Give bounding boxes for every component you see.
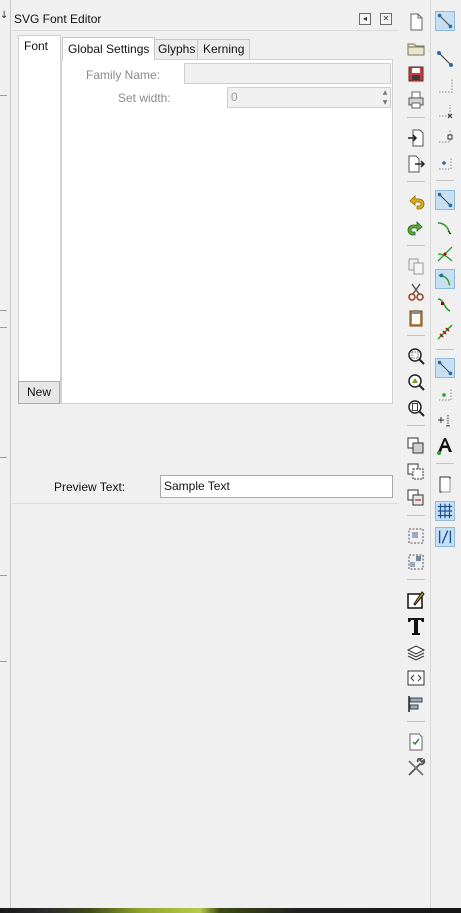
snap-cusp-nodes-icon[interactable] bbox=[435, 269, 455, 289]
toolbar-separator bbox=[407, 181, 425, 182]
edge-tick bbox=[0, 575, 7, 576]
new-font-button[interactable]: New bbox=[18, 381, 60, 404]
global-settings-page bbox=[61, 59, 393, 404]
edge-tick bbox=[0, 310, 7, 311]
zoom-page-icon[interactable] bbox=[406, 398, 426, 418]
toolbar-separator bbox=[407, 515, 425, 516]
family-name-label: Family Name: bbox=[86, 68, 161, 82]
new-document-icon[interactable] bbox=[406, 12, 426, 32]
preferences-icon[interactable] bbox=[406, 758, 426, 778]
toolbar-separator bbox=[407, 579, 425, 580]
toolbar-separator bbox=[436, 463, 454, 464]
snap-bbox-corners-icon[interactable] bbox=[435, 101, 455, 121]
panel-title: SVG Font Editor bbox=[14, 12, 102, 26]
iconify-panel-button[interactable]: ◂ bbox=[359, 13, 371, 25]
commands-toolbar bbox=[401, 0, 430, 908]
close-panel-button[interactable]: ✕ bbox=[380, 13, 392, 25]
edge-tick bbox=[0, 327, 7, 328]
zoom-selection-icon[interactable] bbox=[406, 346, 426, 366]
ungroup-icon[interactable] bbox=[406, 552, 426, 572]
snap-bbox-edges-icon[interactable] bbox=[435, 75, 455, 95]
unlink-clone-icon[interactable] bbox=[406, 488, 426, 508]
copy-icon[interactable] bbox=[406, 256, 426, 276]
print-icon[interactable] bbox=[406, 90, 426, 110]
snap-intersections-icon[interactable] bbox=[435, 244, 455, 264]
font-list-header: Font bbox=[24, 39, 49, 53]
snap-paths-icon[interactable] bbox=[435, 218, 455, 238]
align-distribute-icon[interactable] bbox=[406, 694, 426, 714]
spin-up-icon[interactable]: ▲ bbox=[380, 88, 390, 97]
font-list[interactable]: Font bbox=[18, 35, 61, 404]
layers-icon[interactable] bbox=[406, 642, 426, 662]
text-icon[interactable] bbox=[406, 616, 426, 636]
toolbar-separator bbox=[407, 245, 425, 246]
cut-icon[interactable] bbox=[406, 282, 426, 302]
edge-tick bbox=[0, 661, 7, 662]
toolbar-separator bbox=[407, 335, 425, 336]
edge-tick bbox=[0, 457, 7, 458]
toolbar-separator bbox=[407, 721, 425, 722]
snap-enable-icon[interactable] bbox=[435, 11, 455, 31]
snap-toolbar bbox=[430, 0, 461, 908]
snap-others-icon[interactable] bbox=[435, 358, 455, 378]
snap-guides-icon[interactable] bbox=[435, 527, 455, 547]
set-width-spinbox[interactable]: 0 ▲ ▼ bbox=[227, 87, 391, 108]
paste-icon[interactable] bbox=[406, 308, 426, 328]
toolbar-separator bbox=[407, 425, 425, 426]
snap-nodes-icon[interactable] bbox=[435, 190, 455, 210]
save-file-icon[interactable] bbox=[406, 64, 426, 84]
taskbar-strip bbox=[0, 908, 461, 913]
fill-stroke-icon[interactable] bbox=[406, 590, 426, 610]
preview-text-label: Preview Text: bbox=[54, 480, 126, 494]
undo-icon[interactable] bbox=[406, 192, 426, 212]
snap-object-centers-icon[interactable] bbox=[435, 384, 455, 404]
snap-bbox-centers-icon[interactable] bbox=[435, 153, 455, 173]
snap-bbox-icon[interactable] bbox=[435, 49, 455, 69]
duplicate-icon[interactable] bbox=[406, 436, 426, 456]
snap-text-baseline-icon[interactable] bbox=[435, 436, 455, 456]
spin-down-icon[interactable]: ▼ bbox=[380, 98, 390, 107]
snap-grids-icon[interactable] bbox=[435, 501, 455, 521]
snap-smooth-nodes-icon[interactable] bbox=[435, 296, 455, 316]
panel-divider bbox=[12, 503, 399, 504]
tab-kerning[interactable]: Kerning bbox=[197, 39, 251, 60]
preview-text-input[interactable]: Sample Text bbox=[160, 475, 393, 498]
tab-global-settings[interactable]: Global Settings bbox=[62, 37, 156, 60]
left-window-edge: ↓ bbox=[0, 0, 11, 908]
edge-arrow-icon: ↓ bbox=[0, 10, 9, 21]
tab-glyphs[interactable]: Glyphs bbox=[152, 39, 202, 60]
clone-icon[interactable] bbox=[406, 462, 426, 482]
toolbar-separator bbox=[436, 349, 454, 350]
snap-line-midpoints-icon[interactable] bbox=[435, 322, 455, 342]
redo-icon[interactable] bbox=[406, 218, 426, 238]
title-separator bbox=[12, 30, 399, 31]
export-icon[interactable] bbox=[406, 154, 426, 174]
group-icon[interactable] bbox=[406, 526, 426, 546]
toolbar-separator bbox=[436, 180, 454, 181]
zoom-drawing-icon[interactable] bbox=[406, 372, 426, 392]
xml-editor-icon[interactable] bbox=[406, 668, 426, 688]
toolbar-separator bbox=[407, 117, 425, 118]
svg-font-editor-panel: SVG Font Editor ◂ ✕ Font New Global Sett… bbox=[12, 0, 399, 908]
snap-rotation-center-icon[interactable] bbox=[435, 410, 455, 430]
snap-bbox-midpoints-icon[interactable] bbox=[435, 127, 455, 147]
snap-page-border-icon[interactable] bbox=[435, 475, 455, 495]
edge-tick bbox=[0, 95, 7, 96]
document-properties-icon[interactable] bbox=[406, 732, 426, 752]
open-file-icon[interactable] bbox=[406, 38, 426, 58]
family-name-field[interactable] bbox=[184, 63, 391, 84]
set-width-label: Set width: bbox=[118, 91, 171, 105]
set-width-value: 0 bbox=[231, 90, 238, 104]
import-icon[interactable] bbox=[406, 128, 426, 148]
